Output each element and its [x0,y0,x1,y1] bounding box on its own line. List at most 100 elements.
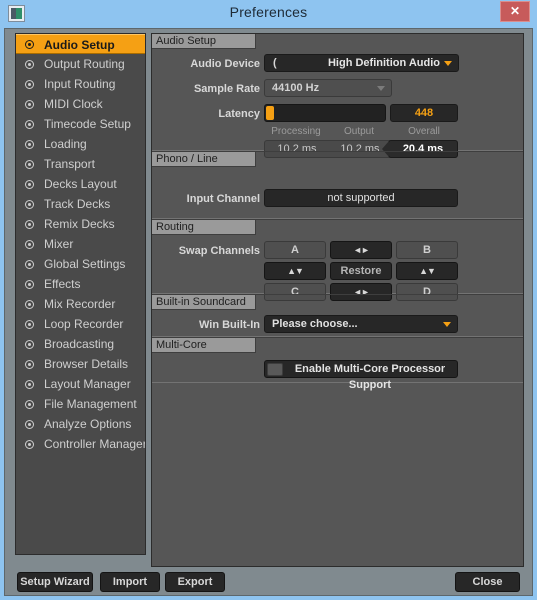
latency-slider[interactable] [264,104,386,122]
sidebar-item-audio-setup[interactable]: Audio Setup [16,34,145,54]
radio-icon [25,39,34,49]
radio-icon [25,419,34,429]
sidebar-item-label: Analyze Options [44,417,132,431]
radio-icon [25,99,34,109]
radio-icon [25,299,34,309]
window-title: Preferences [229,4,308,20]
section-phono-line: Phono / Line Input Channel not supported [152,151,523,219]
sidebar-item-label: Broadcasting [44,337,115,351]
latency-column-headers: Processing Output Overall [152,126,523,140]
latency-col-processing: Processing [271,126,321,137]
sidebar-item-input-routing[interactable]: Input Routing [16,74,145,94]
preferences-window: Preferences ✕ Audio Setup Output Routing I… [0,0,537,600]
import-button[interactable]: Import [100,572,160,592]
sidebar-item-label: File Management [44,397,137,411]
swap-row: ▲▼ Restore ▲▼ [264,262,458,280]
input-channel-label: Input Channel [186,193,260,205]
win-builtin-value: Please choose... [272,318,358,330]
sidebar-item-decks-layout[interactable]: Decks Layout [16,174,145,194]
latency-col-overall: Overall [408,126,440,137]
swap-channels-label: Swap Channels [178,245,260,257]
radio-icon [25,439,34,449]
radio-icon [25,219,34,229]
sidebar-item-remix-decks[interactable]: Remix Decks [16,214,145,234]
sidebar-item-output-routing[interactable]: Output Routing [16,54,145,74]
footer-bar: Setup Wizard Import Export Close [5,567,532,597]
win-builtin-dropdown[interactable]: Please choose... [264,315,458,333]
section-multicore: Multi-Core Enable Multi-Core Processor S… [152,337,523,391]
radio-icon [25,339,34,349]
sidebar-item-loop-recorder[interactable]: Loop Recorder [16,314,145,334]
radio-icon [25,319,34,329]
swap-channel-a[interactable]: A [264,241,326,259]
audio-device-label: Audio Device [190,58,260,70]
latency-label: Latency [218,108,260,120]
row-audio-device: Audio Device ( High Definition Audio [152,54,523,74]
win-builtin-label: Win Built-In [199,319,260,331]
preferences-panel: Audio Setup Audio Device ( High Definiti… [151,33,524,567]
setup-wizard-button[interactable]: Setup Wizard [17,572,93,592]
sidebar-item-label: Audio Setup [44,38,115,52]
row-win-builtin: Win Built-In Please choose... [152,315,523,335]
sidebar-item-broadcasting[interactable]: Broadcasting [16,334,145,354]
sidebar-item-label: Transport [44,157,95,171]
preferences-sidebar[interactable]: Audio Setup Output Routing Input Routing MI… [15,33,146,555]
swap-vertical-ac-icon[interactable]: ▲▼ [264,262,326,280]
swap-horizontal-ab-icon[interactable]: ◄► [330,241,392,259]
sample-rate-dropdown[interactable]: 44100 Hz [264,79,392,97]
enable-multicore-checkbox[interactable]: Enable Multi-Core Processor Support [264,360,458,391]
sidebar-item-layout-manager[interactable]: Layout Manager [16,374,145,394]
sidebar-item-loading[interactable]: Loading [16,134,145,154]
sidebar-item-label: Effects [44,277,81,291]
sidebar-item-browser-details[interactable]: Browser Details [16,354,145,374]
sample-rate-value: 44100 Hz [272,82,320,94]
sidebar-item-label: Layout Manager [44,377,131,391]
close-icon[interactable]: ✕ [500,1,530,22]
sidebar-item-label: Mix Recorder [44,297,116,311]
export-button[interactable]: Export [165,572,225,592]
sidebar-item-label: Loop Recorder [44,317,124,331]
radio-icon [25,179,34,189]
sidebar-item-label: Browser Details [44,357,129,371]
radio-icon [25,139,34,149]
row-latency: Latency 448 [152,104,523,124]
radio-icon [25,259,34,269]
sidebar-item-label: Track Decks [44,197,111,211]
radio-icon [25,79,34,89]
sidebar-item-mix-recorder[interactable]: Mix Recorder [16,294,145,314]
sidebar-item-controller-manager[interactable]: Controller Manager [16,434,145,454]
radio-icon [25,239,34,249]
sidebar-item-global-settings[interactable]: Global Settings [16,254,145,274]
radio-icon [25,119,34,129]
sidebar-item-mixer[interactable]: Mixer [16,234,145,254]
sidebar-item-effects[interactable]: Effects [16,274,145,294]
swap-channel-b[interactable]: B [396,241,458,259]
sidebar-item-analyze-options[interactable]: Analyze Options [16,414,145,434]
checkbox-box[interactable] [267,363,283,376]
section-routing: Routing Swap Channels A ◄► B ▲▼ Restore … [152,219,523,301]
sidebar-item-file-management[interactable]: File Management [16,394,145,414]
window-frame: Audio Setup Output Routing Input Routing MI… [4,28,533,596]
latency-value[interactable]: 448 [390,104,458,122]
sidebar-item-timecode-setup[interactable]: Timecode Setup [16,114,145,134]
sample-rate-label: Sample Rate [193,83,260,95]
radio-icon [25,59,34,69]
section-header-phono-line: Phono / Line [152,152,256,167]
title-bar: Preferences ✕ [0,0,537,28]
close-button[interactable]: Close [455,572,520,592]
radio-icon [25,279,34,289]
radio-icon [25,359,34,369]
row-sample-rate: Sample Rate 44100 Hz [152,79,523,99]
swap-vertical-bd-icon[interactable]: ▲▼ [396,262,458,280]
sidebar-item-midi-clock[interactable]: MIDI Clock [16,94,145,114]
sidebar-item-label: Output Routing [44,57,125,71]
section-header-routing: Routing [152,220,256,235]
radio-icon [25,199,34,209]
restore-button[interactable]: Restore [330,262,392,280]
latency-slider-handle[interactable] [266,106,274,120]
sidebar-item-track-decks[interactable]: Track Decks [16,194,145,214]
sidebar-item-label: Remix Decks [44,217,115,231]
section-audio-setup: Audio Setup Audio Device ( High Definiti… [152,34,523,158]
audio-device-dropdown[interactable]: ( High Definition Audio [264,54,459,72]
sidebar-item-transport[interactable]: Transport [16,154,145,174]
